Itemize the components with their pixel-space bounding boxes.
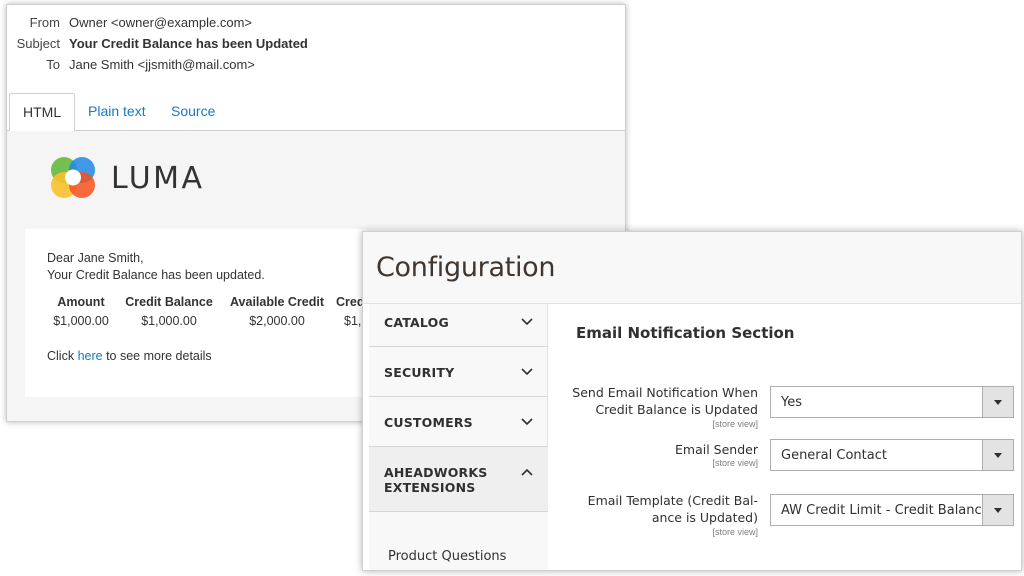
subject-label: Subject [16, 36, 60, 51]
email-template-select[interactable]: AW Credit Limit - Credit Balance i [770, 494, 1014, 526]
details-text: Click here to see more details [47, 349, 212, 363]
section-title: Email Notification Section [576, 324, 795, 342]
field-label-email-sender: Email Sender [558, 441, 758, 458]
from-value: Owner <owner@example.com> [69, 15, 252, 30]
select-value: Yes [781, 395, 802, 410]
chevron-down-icon [521, 318, 533, 326]
col-header-available-credit: Available Credit [229, 295, 324, 309]
logo-text: LUMA [111, 161, 205, 196]
to-label: To [46, 57, 60, 72]
sidebar-subitem-label: Product Questions [388, 549, 507, 564]
col-header-credit-limit: Cred [336, 295, 365, 309]
cell-amount: $1,000.00 [53, 314, 109, 328]
select-value: General Contact [781, 448, 887, 463]
sidebar-item-customers[interactable]: CUSTOMERS [369, 397, 548, 447]
dropdown-arrow-icon [982, 387, 1013, 417]
sidebar-item-label: SECURITY [384, 365, 455, 380]
page-title: Configuration [376, 252, 556, 283]
chevron-down-icon [521, 368, 533, 376]
chevron-up-icon [521, 468, 533, 476]
dropdown-arrow-icon [982, 440, 1013, 470]
details-suffix: to see more details [102, 349, 212, 363]
scope-label: [store view] [712, 419, 758, 429]
scope-label: [store view] [712, 458, 758, 468]
to-value: Jane Smith <jjsmith@mail.com> [69, 57, 255, 72]
tab-plain-text[interactable]: Plain text [88, 93, 146, 131]
sidebar-item-label: CUSTOMERS [384, 415, 473, 430]
field-label-send-notification: Send Email Notification When Credit Bala… [558, 384, 758, 418]
view-tabs: HTML Plain text Source [7, 93, 625, 132]
subject-value: Your Credit Balance has been Updated [69, 36, 308, 51]
field-label-line: Send Email Notification When [572, 385, 758, 400]
message-text: Your Credit Balance has been updated. [47, 268, 265, 282]
select-value: AW Credit Limit - Credit Balance i [781, 503, 981, 518]
details-prefix: Click [47, 349, 78, 363]
config-sidebar: CATALOG SECURITY CUSTOMERS AHEADWORKS EX… [369, 304, 548, 570]
col-header-credit-balance: Credit Balance [125, 295, 213, 309]
from-label: From [29, 15, 60, 30]
sidebar-item-label: CATALOG [384, 315, 449, 330]
tab-source[interactable]: Source [171, 93, 215, 131]
sidebar-item-catalog[interactable]: CATALOG [369, 304, 548, 347]
cell-credit-limit: $1, [344, 314, 362, 328]
field-label-line: ance is Updated) [651, 510, 758, 525]
configuration-panel: Configuration CATALOG SECURITY CUSTOMERS… [362, 231, 1022, 571]
sidebar-subitem-product-questions[interactable]: Product Questions [369, 512, 548, 570]
field-label-line: Email Sender [675, 442, 758, 457]
tab-html[interactable]: HTML [9, 93, 76, 132]
field-label-line: Email Template (Credit Bal- [587, 493, 758, 508]
chevron-down-icon [521, 418, 533, 426]
cell-credit-balance: $1,000.00 [141, 314, 197, 328]
sidebar-item-security[interactable]: SECURITY [369, 347, 548, 397]
details-link[interactable]: here [78, 349, 103, 363]
send-notification-select[interactable]: Yes [770, 386, 1014, 418]
field-label-line: Credit Balance is Updated [595, 402, 758, 417]
greeting-text: Dear Jane Smith, [47, 251, 144, 265]
field-label-email-template: Email Template (Credit Bal- ance is Upda… [558, 492, 758, 526]
luma-logo-icon [51, 157, 95, 198]
col-header-amount: Amount [57, 295, 105, 309]
sidebar-item-label: AHEADWORKS EXTENSIONS [384, 465, 488, 495]
scope-label: [store view] [712, 527, 758, 537]
dropdown-arrow-icon [982, 495, 1013, 525]
config-header: Configuration [363, 232, 1021, 304]
email-sender-select[interactable]: General Contact [770, 439, 1014, 471]
sidebar-item-aheadworks-extensions[interactable]: AHEADWORKS EXTENSIONS [369, 447, 548, 512]
cell-available-credit: $2,000.00 [249, 314, 305, 328]
